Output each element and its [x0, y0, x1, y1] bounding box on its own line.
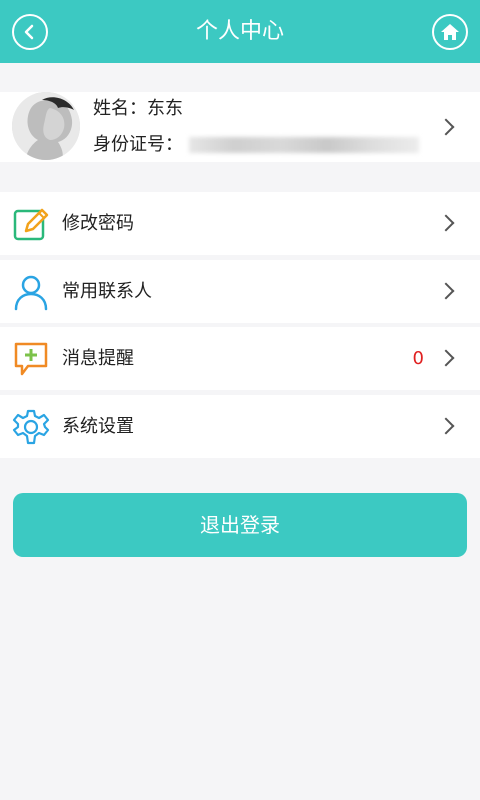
- chevron-right-icon: [437, 349, 455, 367]
- menu-item-notifications[interactable]: 消息提醒 0: [0, 327, 480, 390]
- chevron-right-icon: [437, 214, 455, 232]
- home-button[interactable]: [432, 14, 468, 50]
- edit-icon: [13, 208, 49, 241]
- gear-icon: [12, 409, 50, 445]
- menu-item-contacts[interactable]: 常用联系人: [0, 260, 480, 323]
- page-title: 个人中心: [195, 19, 284, 44]
- id-value-blurred: [189, 137, 419, 153]
- name-row: 姓名：东东: [93, 96, 183, 122]
- chevron-right-icon: [437, 417, 455, 435]
- name-label: 姓名：: [93, 98, 147, 119]
- id-row: 身份证号：: [93, 132, 419, 158]
- menu-item-change-password[interactable]: 修改密码: [0, 192, 480, 255]
- menu-label: 常用联系人: [62, 281, 152, 302]
- profile-card[interactable]: 姓名：东东 身份证号：: [0, 92, 480, 162]
- menu-label: 系统设置: [62, 416, 134, 437]
- avatar: [12, 92, 80, 160]
- message-plus-icon: [14, 342, 48, 376]
- chevron-right-icon: [437, 118, 455, 136]
- logout-button[interactable]: 退出登录: [13, 493, 467, 557]
- name-value: 东东: [147, 98, 183, 119]
- id-label: 身份证号：: [93, 134, 183, 155]
- menu-item-settings[interactable]: 系统设置: [0, 395, 480, 458]
- notification-count: 0: [412, 348, 424, 369]
- person-icon: [14, 275, 48, 311]
- menu-label: 修改密码: [62, 213, 134, 234]
- chevron-right-icon: [437, 282, 455, 300]
- menu-label: 消息提醒: [62, 348, 134, 369]
- home-icon: [441, 24, 459, 40]
- header-bar: 个人中心: [0, 0, 480, 63]
